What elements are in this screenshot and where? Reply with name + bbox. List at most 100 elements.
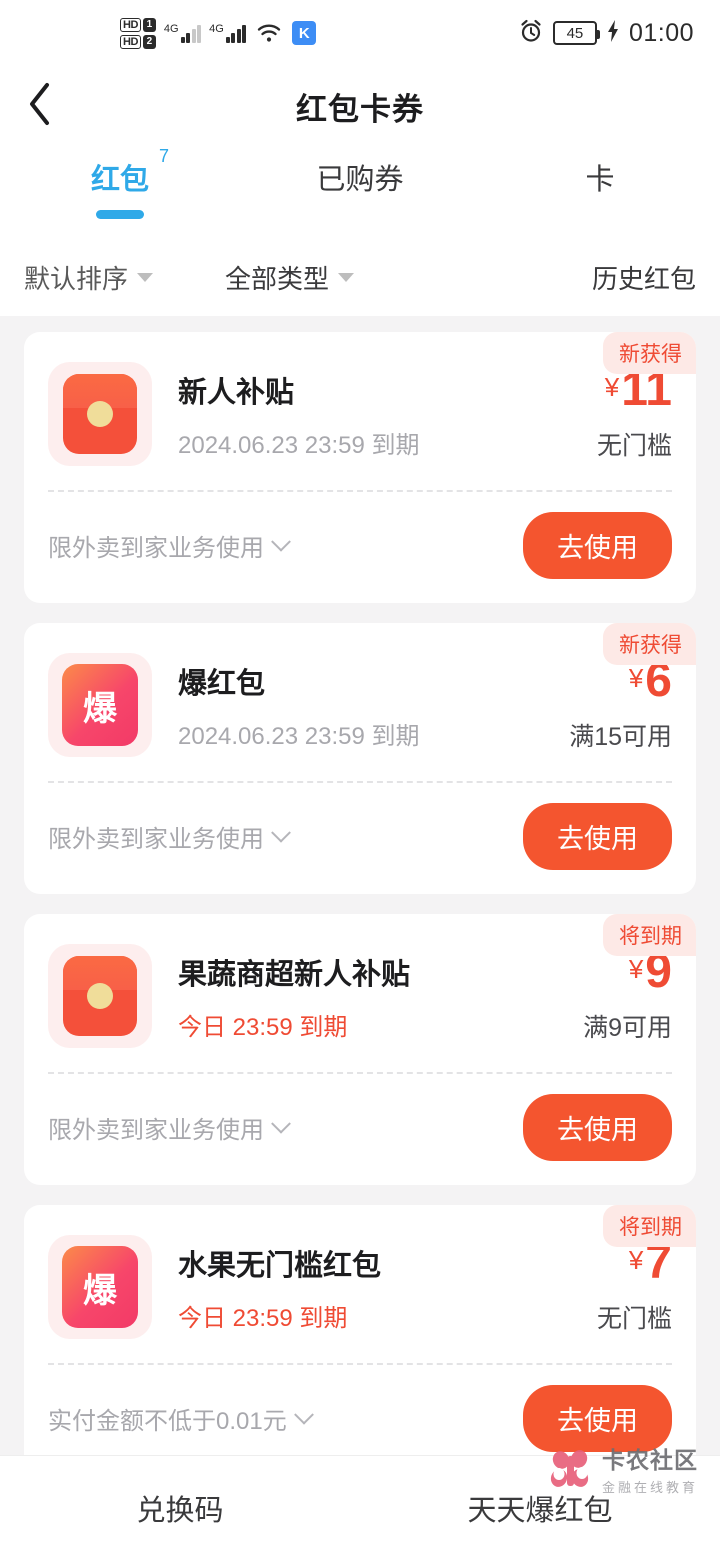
coupon-card[interactable]: 将到期 爆 水果无门槛红包 今日 23:59 到期 ¥7 无门槛 实付金额不低于… (24, 1205, 696, 1455)
coupon-footer: 限外卖到家业务使用 去使用 (24, 1074, 696, 1185)
use-button[interactable]: 去使用 (523, 512, 672, 579)
signal-bars-1-icon (180, 23, 202, 43)
coupon-main: 果蔬商超新人补贴 今日 23:59 到期 ¥9 满9可用 (24, 914, 696, 1072)
caret-down-icon (137, 272, 154, 282)
redeem-code-button[interactable]: 兑换码 (0, 1487, 360, 1529)
tab-cards-label: 卡 (585, 164, 615, 196)
coupon-footer: 限外卖到家业务使用 去使用 (24, 783, 696, 894)
coupon-threshold: 满9可用 (583, 1014, 672, 1042)
tab-hongbao-count: 7 (158, 146, 169, 166)
coupon-info: 新人补贴 2024.06.23 23:59 到期 (178, 369, 587, 460)
coupon-scope[interactable]: 限外卖到家业务使用 (48, 819, 291, 854)
coupon-scope-label: 限外卖到家业务使用 (48, 826, 264, 853)
signal-sim2: 4G (209, 23, 247, 43)
tab-purchased-coupons-label: 已购券 (316, 164, 404, 196)
dual-sim-indicator: HD 1 HD 2 (120, 17, 156, 49)
status-badge: 将到期 (603, 914, 696, 956)
coupon-scope-label: 实付金额不低于0.01元 (48, 1408, 287, 1435)
bao-char: 爆 (62, 1246, 138, 1328)
status-bar-left: HD 1 HD 2 4G 4G K (120, 17, 317, 49)
coupon-card[interactable]: 新获得 新人补贴 2024.06.23 23:59 到期 ¥11 无门槛 限外卖… (24, 332, 696, 603)
type-filter-label: 全部类型 (225, 263, 330, 294)
coupon-expiry: 今日 23:59 到期 (178, 1304, 348, 1332)
page-title: 红包卡券 (296, 91, 424, 127)
currency-symbol: ¥ (628, 954, 644, 984)
chevron-down-icon (271, 531, 291, 552)
tab-cards[interactable]: 卡 (480, 156, 720, 198)
tab-hongbao-label: 红包 7 (90, 146, 169, 196)
hd2-icon: HD (120, 34, 141, 49)
bao-packet-icon: 爆 (48, 1235, 152, 1339)
coupon-scope-label: 限外卖到家业务使用 (48, 1117, 264, 1144)
coupon-expiry: 2024.06.23 23:59 到期 (178, 431, 420, 459)
bao-char: 爆 (62, 664, 138, 746)
caret-down-icon (338, 272, 355, 282)
status-bar: HD 1 HD 2 4G 4G K 45 01:00 (0, 0, 720, 66)
status-bar-right: 45 01:00 (518, 18, 694, 49)
coupon-info: 果蔬商超新人补贴 今日 23:59 到期 (178, 951, 573, 1042)
battery-icon: 45 (552, 21, 600, 45)
history-link[interactable]: 历史红包 (592, 259, 696, 296)
bottom-bar: 兑换码 天天爆红包 (0, 1455, 720, 1560)
coupon-info: 水果无门槛红包 今日 23:59 到期 (178, 1242, 587, 1333)
status-badge: 将到期 (603, 1205, 696, 1247)
coupon-price-block: ¥11 无门槛 (587, 366, 672, 462)
sort-filter-label: 默认排序 (24, 263, 129, 294)
signal-sim1: 4G (163, 23, 202, 43)
filter-bar: 默认排序 全部类型 历史红包 (0, 238, 720, 316)
coupon-main: 爆 爆红包 2024.06.23 23:59 到期 ¥6 满15可用 (24, 623, 696, 781)
coupon-card[interactable]: 新获得 爆 爆红包 2024.06.23 23:59 到期 ¥6 满15可用 限… (24, 623, 696, 894)
network-type-1: 4G (163, 23, 179, 35)
nav-bar: 红包卡券 (0, 66, 720, 146)
type-filter[interactable]: 全部类型 (225, 259, 355, 296)
coupon-threshold: 无门槛 (596, 1305, 672, 1333)
tab-purchased-coupons[interactable]: 已购券 (240, 156, 480, 198)
coupon-scope[interactable]: 限外卖到家业务使用 (48, 1110, 291, 1145)
coupon-card[interactable]: 将到期 果蔬商超新人补贴 今日 23:59 到期 ¥9 满9可用 限外卖到家业务… (24, 914, 696, 1185)
coupon-footer: 实付金额不低于0.01元 去使用 (24, 1365, 696, 1455)
chevron-down-icon (271, 1113, 291, 1134)
chevron-down-icon (293, 1404, 314, 1425)
coupon-expiry: 2024.06.23 23:59 到期 (178, 722, 420, 750)
signal-bars-2-icon (225, 23, 247, 43)
coupon-threshold: 满15可用 (569, 723, 672, 751)
hd1-icon: HD (120, 17, 141, 32)
sort-filter[interactable]: 默认排序 (24, 259, 154, 296)
coupon-list[interactable]: 新获得 新人补贴 2024.06.23 23:59 到期 ¥11 无门槛 限外卖… (0, 316, 720, 1455)
coupon-title: 水果无门槛红包 (178, 1249, 382, 1282)
use-button[interactable]: 去使用 (523, 803, 672, 870)
coupon-info: 爆红包 2024.06.23 23:59 到期 (178, 660, 559, 751)
coupon-scope[interactable]: 限外卖到家业务使用 (48, 528, 291, 563)
currency-symbol: ¥ (628, 663, 644, 693)
app-screen: HD 1 HD 2 4G 4G K 45 01:00 红包卡券 红包 7 已购券… (0, 0, 720, 1560)
currency-symbol: ¥ (604, 372, 620, 402)
sim1-icon: 1 (142, 17, 156, 32)
chevron-down-icon (271, 822, 291, 843)
use-button[interactable]: 去使用 (523, 1094, 672, 1161)
coupon-price-block: ¥9 满9可用 (573, 948, 672, 1044)
red-packet-icon (48, 944, 152, 1048)
tab-hongbao[interactable]: 红包 7 (0, 146, 240, 219)
status-bar-clock: 01:00 (628, 18, 694, 47)
sim2-icon: 2 (142, 34, 156, 49)
tab-bar: 红包 7 已购券 卡 (0, 146, 720, 238)
coupon-title: 爆红包 (178, 667, 266, 700)
alarm-icon (518, 18, 544, 49)
coupon-price-block: ¥6 满15可用 (559, 657, 672, 753)
coupon-expiry: 今日 23:59 到期 (178, 1013, 348, 1041)
use-button[interactable]: 去使用 (523, 1385, 672, 1452)
coupon-title: 新人补贴 (178, 376, 295, 409)
coupon-threshold: 无门槛 (596, 432, 672, 460)
currency-symbol: ¥ (628, 1245, 644, 1275)
network-type-2: 4G (209, 23, 224, 35)
coupon-scope[interactable]: 实付金额不低于0.01元 (48, 1401, 314, 1436)
status-badge: 新获得 (603, 332, 696, 374)
coupon-title: 果蔬商超新人补贴 (178, 958, 411, 991)
bao-packet-icon: 爆 (48, 653, 152, 757)
coupon-main: 爆 水果无门槛红包 今日 23:59 到期 ¥7 无门槛 (24, 1205, 696, 1363)
charging-bolt-icon (606, 19, 620, 48)
coupon-price-block: ¥7 无门槛 (587, 1239, 672, 1335)
tab-active-indicator (96, 210, 144, 219)
coupon-scope-label: 限外卖到家业务使用 (48, 535, 264, 562)
daily-hongbao-button[interactable]: 天天爆红包 (360, 1487, 720, 1529)
